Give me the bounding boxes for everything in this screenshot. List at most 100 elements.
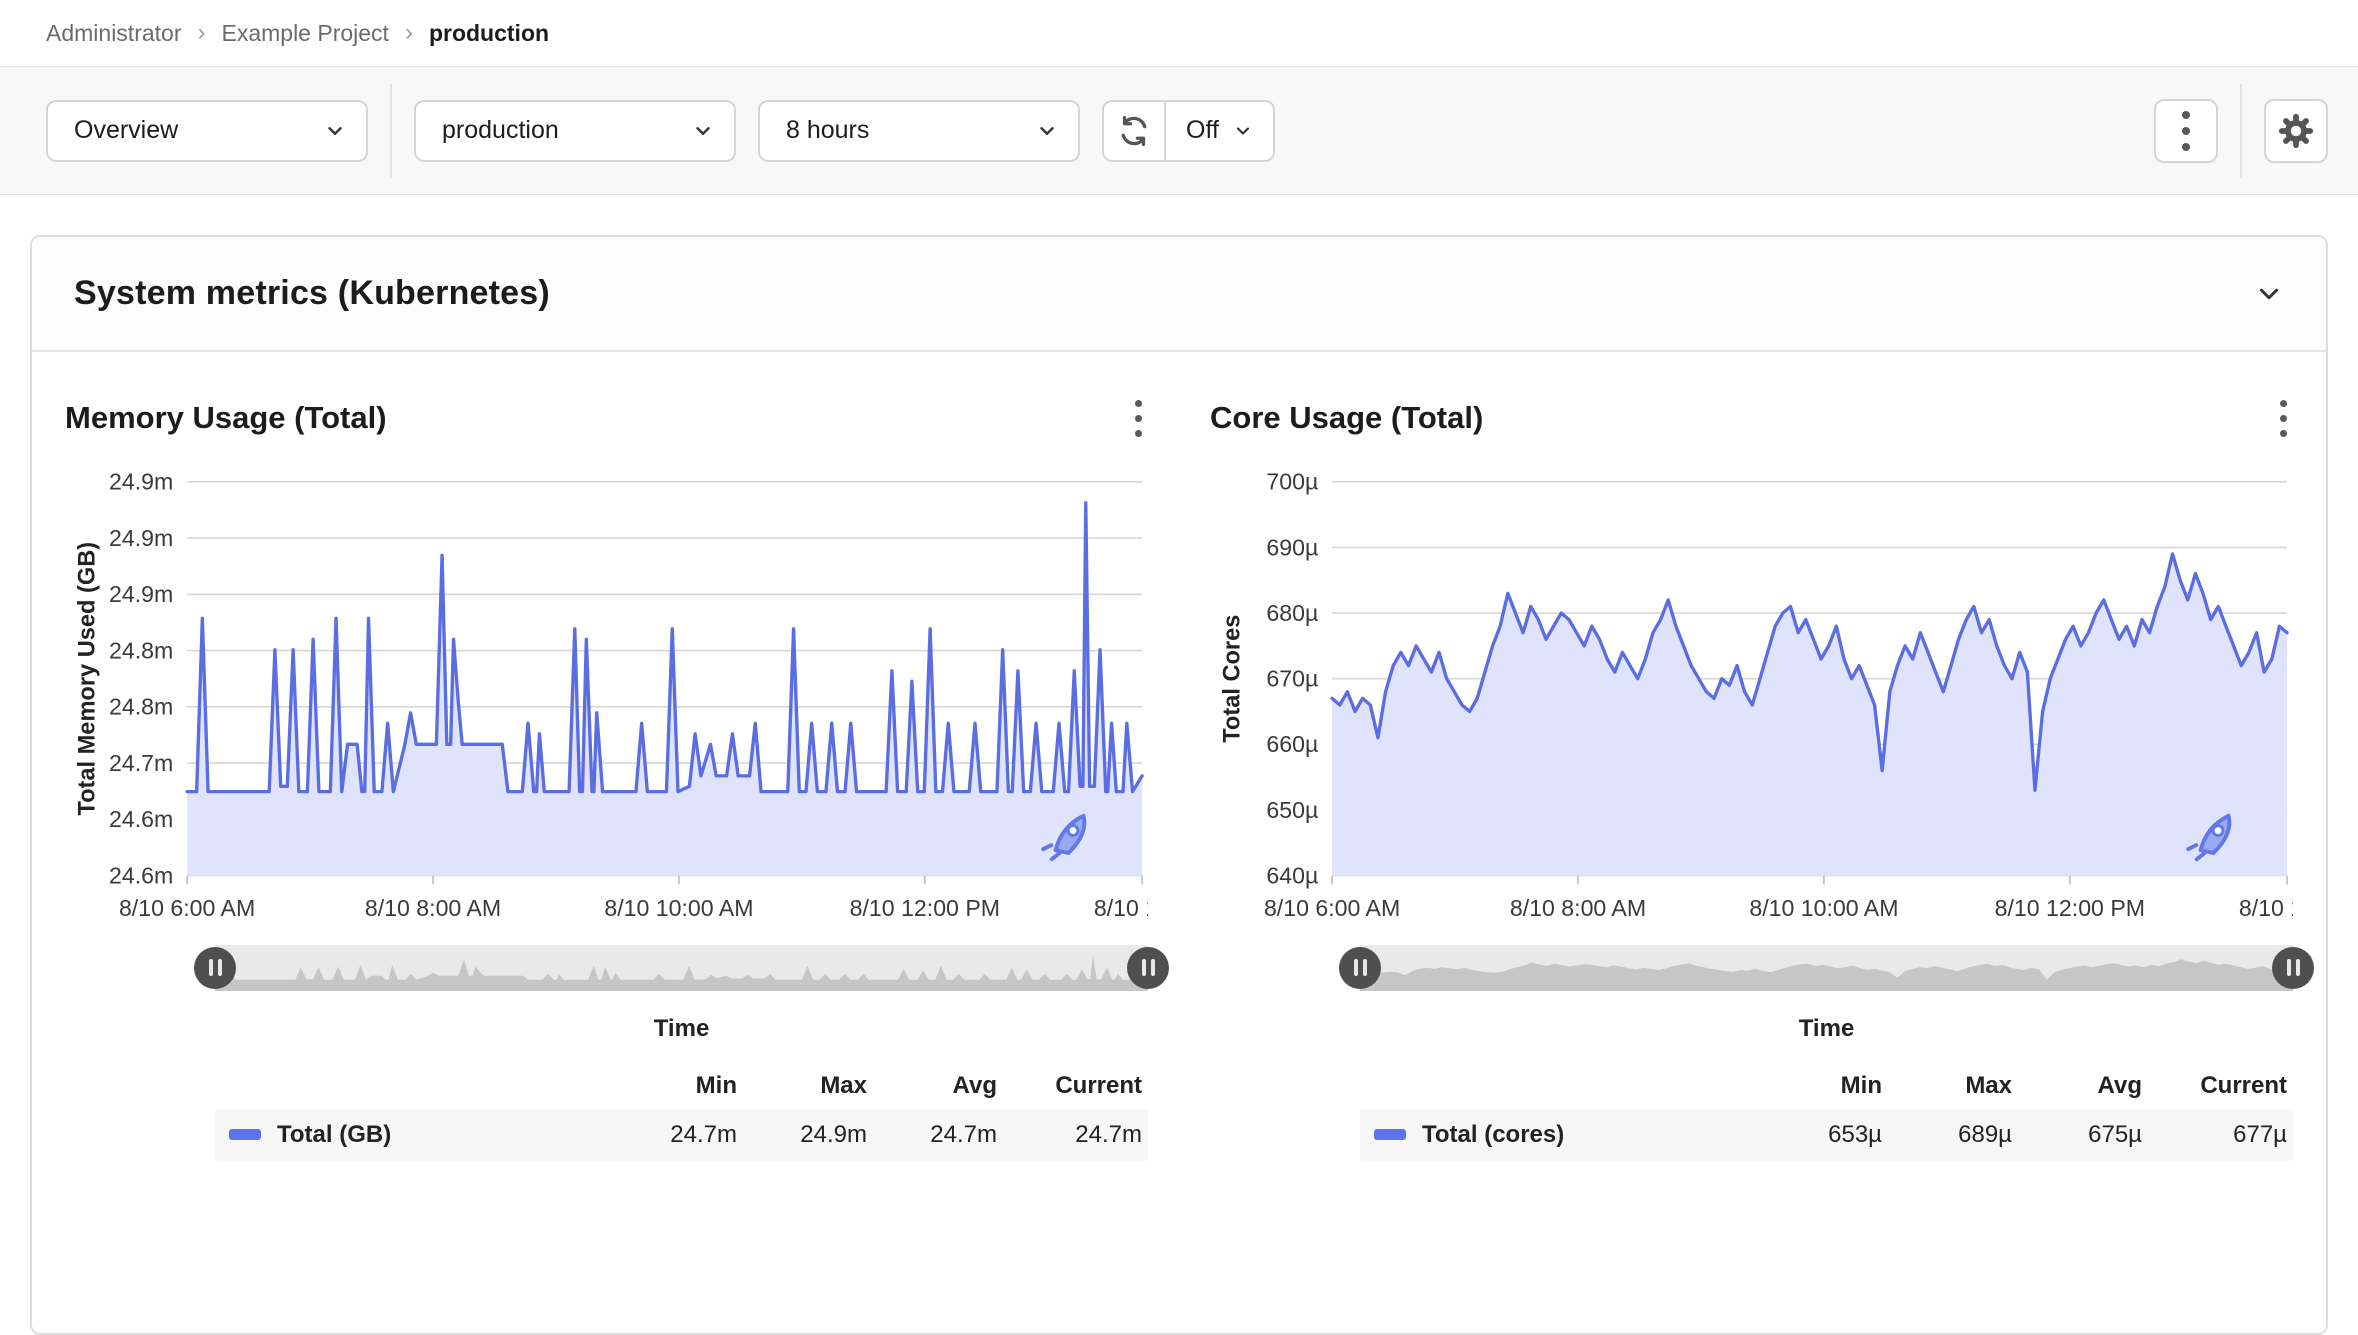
breadcrumb-item-environment: production <box>428 19 550 46</box>
legend-table: Min Max Avg Current Total (cores) 653µ 6… <box>1360 1063 2293 1161</box>
svg-text:Total Memory Used (GB): Total Memory Used (GB) <box>75 542 101 816</box>
svg-text:690µ: 690µ <box>1266 534 1318 560</box>
refresh-button[interactable] <box>1104 101 1166 160</box>
series-name: Total (cores) <box>1422 1120 1565 1148</box>
brush-minimap <box>1360 958 2293 991</box>
chevron-down-icon <box>328 126 342 135</box>
brush-handle-left[interactable] <box>194 946 236 989</box>
environment-select-value: production <box>442 116 559 144</box>
time-range-select[interactable]: 8 hours <box>758 99 1080 162</box>
brush-handle-left[interactable] <box>1339 946 1381 989</box>
chart-title: Core Usage (Total) <box>1210 400 1484 435</box>
svg-text:8/10 12:00 PM: 8/10 12:00 PM <box>850 895 1000 921</box>
charts-row: Memory Usage (Total) 24.9m 24.9m 24.9m 24.8… <box>32 352 2326 1161</box>
svg-text:8/10 6:00 AM: 8/10 6:00 AM <box>119 895 255 921</box>
series-min: 24.7m <box>670 1120 737 1148</box>
series-avg: 675µ <box>2088 1120 2142 1148</box>
toolbar-divider <box>390 83 392 178</box>
svg-text:8/10 10:00 AM: 8/10 10:00 AM <box>1749 895 1898 921</box>
svg-text:670µ: 670µ <box>1266 666 1318 692</box>
svg-text:Total Cores: Total Cores <box>1220 615 1246 743</box>
toolbar-divider <box>2240 83 2242 178</box>
legend-header-min: Min <box>1840 1071 1882 1099</box>
svg-text:24.7m: 24.7m <box>109 750 173 776</box>
chevron-down-icon <box>1236 126 1249 135</box>
svg-text:8/10 12:00 PM: 8/10 12:00 PM <box>1995 895 2145 921</box>
svg-text:24.8m: 24.8m <box>109 637 173 663</box>
svg-text:24.8m: 24.8m <box>109 694 173 720</box>
auto-refresh-value: Off <box>1186 116 1219 144</box>
svg-text:660µ: 660µ <box>1266 731 1318 757</box>
dashboard-menu-button[interactable] <box>2154 98 2218 163</box>
legend-header-avg: Avg <box>2097 1071 2142 1099</box>
series-max: 689µ <box>1958 1120 2012 1148</box>
legend-header-avg: Avg <box>952 1071 997 1099</box>
breadcrumb-separator-icon: › <box>404 19 413 46</box>
legend-header-current: Current <box>1055 1071 1142 1099</box>
view-select-value: Overview <box>74 116 179 144</box>
breadcrumb-item-administrator[interactable]: Administrator <box>46 20 181 47</box>
series-min: 653µ <box>1828 1120 1882 1148</box>
view-select[interactable]: Overview <box>46 99 368 162</box>
svg-text:8/10 6:00 AM: 8/10 6:00 AM <box>1264 895 1400 921</box>
memory-usage-plot[interactable]: 24.9m 24.9m 24.9m 24.8m 24.8m 24.7m 24.6m 24.6m… <box>65 468 1148 931</box>
svg-text:24.6m: 24.6m <box>109 862 173 888</box>
brush-handle-right[interactable] <box>2272 946 2314 989</box>
brush-handle-right[interactable] <box>1127 946 1169 989</box>
breadcrumb-item-project[interactable]: Example Project <box>221 20 388 47</box>
memory-usage-chart-panel: Memory Usage (Total) 24.9m 24.9m 24.9m 24.8… <box>65 394 1169 1161</box>
time-range-select-value: 8 hours <box>786 116 870 144</box>
legend-table: Min Max Avg Current Total (GB) 24.7m 24.… <box>215 1063 1148 1161</box>
toolbar: Overview production 8 hours Off <box>0 67 2358 195</box>
legend-header-row: Min Max Avg Current <box>215 1063 1148 1109</box>
series-swatch <box>1374 1129 1406 1141</box>
chevron-down-icon <box>696 126 710 135</box>
breadcrumb: Administrator › Example Project › produc… <box>0 0 2358 67</box>
auto-refresh-group: Off <box>1102 99 1275 162</box>
legend-header-max: Max <box>1965 1071 2012 1099</box>
auto-refresh-interval-select[interactable]: Off <box>1166 102 1273 160</box>
legend-header-max: Max <box>820 1071 867 1099</box>
chevron-down-icon <box>1040 126 1054 135</box>
system-metrics-header[interactable]: System metrics (Kubernetes) <box>32 237 2326 352</box>
svg-text:24.6m: 24.6m <box>109 806 173 832</box>
x-axis-title: Time <box>653 1014 710 1042</box>
svg-text:640µ: 640µ <box>1266 862 1318 888</box>
svg-text:700µ: 700µ <box>1266 469 1318 495</box>
panel-title: System metrics (Kubernetes) <box>74 274 550 312</box>
x-axis-title: Time <box>1798 1014 1855 1042</box>
series-current: 24.7m <box>1075 1120 1142 1148</box>
series-max: 24.9m <box>800 1120 867 1148</box>
svg-text:24.9m: 24.9m <box>109 581 173 607</box>
svg-text:680µ: 680µ <box>1266 600 1318 626</box>
series-swatch <box>229 1129 261 1141</box>
time-brush[interactable] <box>1339 944 2314 991</box>
gear-icon <box>2278 113 2314 148</box>
chevron-down-icon[interactable] <box>2254 279 2284 309</box>
system-metrics-card: System metrics (Kubernetes) Memory Usage… <box>30 235 2328 1335</box>
svg-text:8/10 1:46: 8/10 1:46 <box>2239 895 2293 921</box>
core-usage-chart-panel: Core Usage (Total) 700µ 690µ 680µ 670µ 660µ 6… <box>1210 394 2314 1161</box>
legend-header-min: Min <box>695 1071 737 1099</box>
series-current: 677µ <box>2233 1120 2287 1148</box>
kebab-icon <box>2176 105 2196 157</box>
chart-menu-button[interactable] <box>1129 394 1148 443</box>
settings-button[interactable] <box>2264 98 2328 163</box>
chart-title: Memory Usage (Total) <box>65 400 387 435</box>
legend-header-current: Current <box>2200 1071 2287 1099</box>
legend-row[interactable]: Total (cores) 653µ 689µ 675µ 677µ <box>1360 1108 2293 1161</box>
core-usage-plot[interactable]: 700µ 690µ 680µ 670µ 660µ 650µ 640µ 8/10 6:00 AM… <box>1210 468 2293 931</box>
refresh-icon <box>1121 115 1147 146</box>
svg-text:24.9m: 24.9m <box>109 525 173 551</box>
legend-row[interactable]: Total (GB) 24.7m 24.9m 24.7m 24.7m <box>215 1108 1148 1161</box>
brush-minimap <box>215 954 1148 991</box>
chart-menu-button[interactable] <box>2274 394 2293 443</box>
series-avg: 24.7m <box>930 1120 997 1148</box>
svg-text:24.9m: 24.9m <box>109 469 173 495</box>
time-brush[interactable] <box>194 944 1169 991</box>
svg-text:8/10 10:00 AM: 8/10 10:00 AM <box>604 895 753 921</box>
breadcrumb-separator-icon: › <box>197 19 206 46</box>
environment-select[interactable]: production <box>414 99 736 162</box>
svg-text:650µ: 650µ <box>1266 797 1318 823</box>
svg-text:8/10 8:00 AM: 8/10 8:00 AM <box>365 895 501 921</box>
